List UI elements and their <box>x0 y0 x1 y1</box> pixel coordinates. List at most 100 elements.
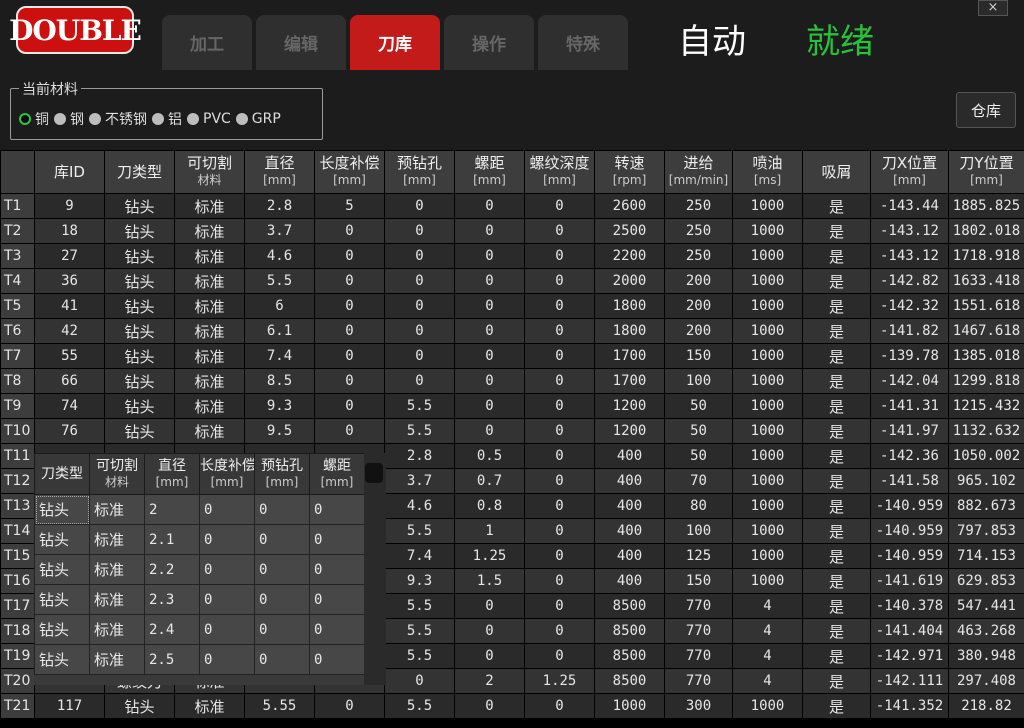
table-cell[interactable]: 0 <box>314 343 385 369</box>
table-cell[interactable]: 是 <box>802 468 871 494</box>
dropdown-cell[interactable]: 0 <box>254 494 310 525</box>
dropdown-cell[interactable]: 标准 <box>89 644 145 675</box>
table-cell[interactable]: 2000 <box>594 268 665 294</box>
table-cell[interactable]: 1.25 <box>454 543 525 569</box>
table-cell[interactable]: 1000 <box>732 543 803 569</box>
table-cell[interactable]: -141.58 <box>870 468 949 494</box>
table-cell[interactable]: 100 <box>664 368 733 394</box>
table-cell[interactable]: 是 <box>802 493 871 519</box>
table-cell[interactable]: -140.959 <box>870 543 949 569</box>
dropdown-cell[interactable]: 0 <box>254 524 310 555</box>
row-header[interactable]: T13 <box>0 493 35 519</box>
table-cell[interactable]: 是 <box>802 593 871 619</box>
table-cell[interactable]: 36 <box>34 268 105 294</box>
table-cell[interactable]: 18 <box>34 218 105 244</box>
scrollbar-thumb[interactable] <box>365 463 383 483</box>
table-cell[interactable]: 0.7 <box>454 468 525 494</box>
dropdown-cell[interactable]: 钻头 <box>34 494 90 525</box>
tab-tool-library[interactable]: 刀库 <box>350 15 440 70</box>
dropdown-cell[interactable]: 0 <box>254 554 310 585</box>
table-cell[interactable]: 是 <box>802 193 871 219</box>
dropdown-cell[interactable]: 钻头 <box>34 614 90 645</box>
table-cell[interactable]: 1215.432 <box>948 393 1024 419</box>
table-row[interactable]: T6 42 钻头 标准 6.1 0 0 0 0 1800 200 1000 是 -141.82 1467.6… <box>0 318 1024 344</box>
table-cell[interactable]: 0 <box>314 268 385 294</box>
table-cell[interactable]: 1718.918 <box>948 243 1024 269</box>
table-cell[interactable]: 965.102 <box>948 468 1024 494</box>
table-cell[interactable]: -142.32 <box>870 293 949 319</box>
dropdown-cell[interactable]: 0 <box>199 524 255 555</box>
table-cell[interactable]: 6.1 <box>244 318 315 344</box>
table-cell[interactable]: 882.673 <box>948 493 1024 519</box>
table-cell[interactable]: 标准 <box>174 218 245 244</box>
table-cell[interactable]: 0 <box>314 293 385 319</box>
table-cell[interactable]: 2200 <box>594 243 665 269</box>
table-cell[interactable]: 4 <box>732 618 803 644</box>
dropdown-option[interactable]: 钻头 标准 2.4 0 0 0 <box>34 614 365 645</box>
table-cell[interactable]: 是 <box>802 218 871 244</box>
radio-button-icon[interactable] <box>235 113 248 125</box>
dropdown-cell[interactable]: 标准 <box>89 554 145 585</box>
dropdown-cell[interactable]: 2.2 <box>144 554 200 585</box>
table-cell[interactable]: 5.5 <box>384 593 455 619</box>
table-cell[interactable]: 0 <box>384 368 455 394</box>
tab-processing[interactable]: 加工 <box>162 15 252 70</box>
table-cell[interactable]: 0 <box>524 418 595 444</box>
dropdown-cell[interactable]: 标准 <box>89 524 145 555</box>
table-cell[interactable]: 5.5 <box>384 518 455 544</box>
table-cell[interactable]: 0.5 <box>454 443 525 469</box>
table-cell[interactable]: 标准 <box>174 318 245 344</box>
table-cell[interactable]: 钻头 <box>104 693 175 719</box>
radio-button-icon[interactable] <box>54 113 66 125</box>
table-cell[interactable]: 1000 <box>732 343 803 369</box>
table-cell[interactable]: -143.44 <box>870 193 949 219</box>
dropdown-option[interactable]: 钻头 标准 2.3 0 0 0 <box>34 584 365 615</box>
table-cell[interactable]: 1000 <box>732 393 803 419</box>
table-cell[interactable]: -140.959 <box>870 493 949 519</box>
table-cell[interactable]: 0 <box>524 593 595 619</box>
table-cell[interactable]: 250 <box>664 193 733 219</box>
table-cell[interactable]: -143.12 <box>870 243 949 269</box>
table-cell[interactable]: 5.5 <box>384 418 455 444</box>
table-cell[interactable]: 1000 <box>732 493 803 519</box>
row-header[interactable]: T6 <box>0 318 35 344</box>
table-cell[interactable]: 0 <box>524 643 595 669</box>
table-cell[interactable]: 1800 <box>594 293 665 319</box>
dropdown-cell[interactable]: 2.5 <box>144 644 200 675</box>
table-cell[interactable]: 1299.818 <box>948 368 1024 394</box>
table-cell[interactable]: 0 <box>524 293 595 319</box>
row-header[interactable]: T18 <box>0 618 35 644</box>
material-option[interactable]: 铜 <box>19 109 49 129</box>
dropdown-option[interactable]: 钻头 标准 2 0 0 0 <box>34 494 365 525</box>
table-cell[interactable]: 标准 <box>174 193 245 219</box>
table-cell[interactable]: 463.268 <box>948 618 1024 644</box>
table-cell[interactable]: 钻头 <box>104 243 175 269</box>
table-row[interactable]: T2 18 钻头 标准 3.7 0 0 0 0 2500 250 1000 是 -143.12 1802.0… <box>0 218 1024 244</box>
table-cell[interactable]: 是 <box>802 268 871 294</box>
table-cell[interactable]: 380.948 <box>948 643 1024 669</box>
radio-button-icon[interactable] <box>187 113 199 125</box>
table-cell[interactable]: 41 <box>34 293 105 319</box>
dropdown-cell[interactable]: 0 <box>309 524 365 555</box>
table-cell[interactable]: 0 <box>524 693 595 719</box>
table-cell[interactable]: 0 <box>524 243 595 269</box>
material-option[interactable]: 铝 <box>152 109 182 129</box>
table-cell[interactable]: 0 <box>524 443 595 469</box>
dropdown-cell[interactable]: 0 <box>254 584 310 615</box>
table-cell[interactable]: 0 <box>454 643 525 669</box>
table-cell[interactable]: 200 <box>664 318 733 344</box>
table-cell[interactable]: 4 <box>732 643 803 669</box>
table-cell[interactable]: 0 <box>454 593 525 619</box>
row-header[interactable]: T12 <box>0 468 35 494</box>
table-cell[interactable]: 是 <box>802 518 871 544</box>
dropdown-cell[interactable]: 0 <box>199 584 255 615</box>
table-cell[interactable]: 标准 <box>174 268 245 294</box>
material-option[interactable]: 不锈钢 <box>89 109 147 129</box>
dropdown-option[interactable]: 钻头 标准 2.2 0 0 0 <box>34 554 365 585</box>
dropdown-cell[interactable]: 2.4 <box>144 614 200 645</box>
table-cell[interactable]: 4 <box>732 668 803 694</box>
table-cell[interactable]: 0 <box>524 493 595 519</box>
table-cell[interactable]: 1000 <box>732 318 803 344</box>
table-cell[interactable]: 0 <box>524 568 595 594</box>
table-cell[interactable]: 66 <box>34 368 105 394</box>
